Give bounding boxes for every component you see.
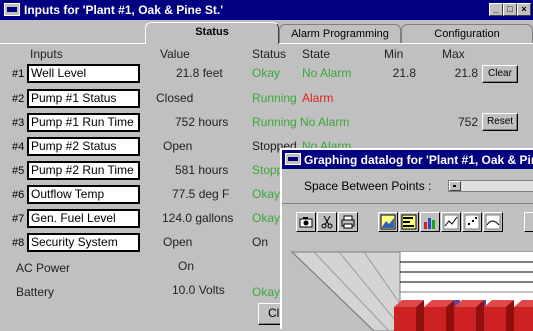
bar-3d [424,300,454,331]
input-name-field[interactable]: Security System [27,233,140,252]
input-name-field[interactable]: Pump #2 Run Time [27,161,140,180]
bar-chart-icon[interactable] [420,212,440,232]
space-between-points-label: Space Between Points : [304,179,432,193]
input-value: 124.0 gallons [162,211,234,225]
graph-window: Graphing datalog for 'Plant #1, Oak & Pi… [280,148,533,331]
graph-window-title: Graphing datalog for 'Plant #1, Oak & Pi… [304,153,533,167]
input-status: Okay [252,211,281,225]
tab-alarm-programming[interactable]: Alarm Programming [279,24,401,43]
bar-3d [394,300,424,331]
window-title: Inputs for 'Plant #1, Oak & Pine St.' [24,3,224,17]
input-status: Stopp [252,163,284,177]
input-name-field[interactable]: Pump #1 Run Time [27,113,140,132]
space-between-points-slider[interactable] [448,180,533,192]
maximize-button[interactable]: □ [503,3,517,16]
app-icon[interactable] [4,3,20,16]
battery-status: Okay [252,285,281,299]
row-number: #4 [12,141,25,153]
bar-3d [484,300,514,331]
input-name-field[interactable]: Outflow Temp [27,185,140,204]
header-value: Value [160,47,190,61]
input-value: 77.5 deg F [172,187,230,201]
row-number: #6 [12,189,25,201]
input-value: Open [163,235,193,249]
input-name-field[interactable]: Pump #2 Status [27,137,140,156]
row-number: #1 [12,68,25,80]
input-value: Open [163,139,193,153]
more-icon[interactable] [524,212,533,232]
graph-app-icon[interactable] [285,153,301,165]
header-status: Status [252,47,287,61]
clear-button[interactable]: Clear [482,65,518,83]
ac-power-value: On [178,259,195,273]
row-number: #8 [12,237,25,249]
tab-configuration[interactable]: Configuration [401,24,533,43]
battery-value: 10.0 Volts [172,283,225,297]
input-state: No Alarm [300,115,350,129]
input-name-field[interactable]: Gen. Fuel Level [27,209,140,228]
input-max: 752 [457,115,478,129]
graph-area [284,242,533,331]
area-chart-icon[interactable] [378,212,398,232]
row-number: #7 [12,213,25,225]
input-status: Okay [252,187,281,201]
graph-title-bar[interactable]: Graphing datalog for 'Plant #1, Oak & Pi… [282,150,533,169]
header-min: Min [384,47,404,61]
input-status: Running [252,91,297,105]
input-status: Running [252,115,297,129]
tab-bar: Status Alarm Programming Configuration [0,20,533,44]
tab-status[interactable]: Status [145,22,279,44]
header-state: State [302,47,331,61]
header-inputs: Inputs [30,47,63,61]
ac-power-label: AC Power [16,261,71,275]
scissors-icon[interactable] [317,212,337,232]
header-max: Max [442,47,465,61]
input-state: No Alarm [302,66,352,80]
slider-thumb[interactable] [449,181,461,191]
horizontal-bar-icon[interactable] [399,212,419,232]
scatter-icon[interactable] [462,212,482,232]
input-state: Alarm [302,91,334,105]
row-number: #5 [12,165,25,177]
reset-button[interactable]: Reset [482,113,518,131]
input-value: 581 hours [175,163,229,177]
input-min: 21.8 [392,66,416,80]
row-number: #3 [12,117,25,129]
input-status: On [252,235,269,249]
row-number: #2 [12,93,25,105]
input-value: 21.8 feet [176,66,223,80]
input-name-field[interactable]: Pump #1 Status [27,89,140,108]
input-value: Closed [156,91,194,105]
bar-3d [514,300,533,331]
close-button[interactable]: × [517,3,531,16]
curve-icon[interactable] [483,212,503,232]
input-status: Okay [252,66,281,80]
printer-icon[interactable] [338,212,358,232]
camera-icon[interactable] [296,212,316,232]
line-chart-icon[interactable] [441,212,461,232]
input-name-field[interactable]: Well Level [27,64,140,83]
battery-label: Battery [16,285,55,299]
bar-3d [454,300,484,331]
input-max: 21.8 [454,66,478,80]
minimize-button[interactable]: _ [489,3,503,16]
title-bar[interactable]: Inputs for 'Plant #1, Oak & Pine St.' _ … [0,0,533,20]
input-value: 752 hours [175,115,229,129]
